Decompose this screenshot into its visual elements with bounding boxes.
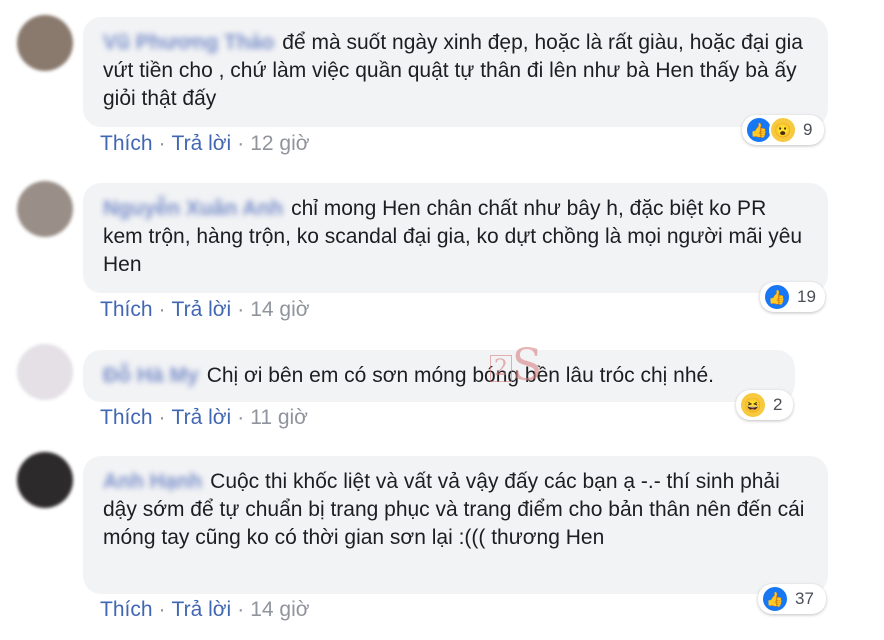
comment-bubble: Đỗ Hà My Chị ơi bên em có sơn móng bóng b… — [83, 350, 795, 402]
reply-link[interactable]: Trả lời — [172, 132, 232, 155]
separator: · — [237, 406, 245, 429]
timestamp[interactable]: 12 giờ — [250, 132, 309, 155]
reaction-summary[interactable]: 👍 😮 9 — [742, 115, 824, 145]
reaction-count: 9 — [803, 120, 813, 139]
watermark-letter: S — [512, 340, 543, 391]
haha-icon: 😆 — [739, 391, 767, 419]
separator: · — [158, 406, 166, 429]
reaction-summary[interactable]: 👍 37 — [758, 584, 826, 614]
comment-bubble: Nguyễn Xuân Anh chỉ mong Hen chân chất nh… — [83, 183, 828, 293]
avatar[interactable] — [17, 452, 73, 508]
reaction-summary[interactable]: 😆 2 — [736, 390, 793, 420]
watermark-logo: 2S — [490, 340, 542, 391]
timestamp[interactable]: 14 giờ — [250, 298, 309, 321]
comment-text: Cuộc thi khốc liệt và vất vả vậy đấy các… — [103, 470, 805, 549]
comment-actions: Thích · Trả lời · 14 giờ — [100, 598, 310, 622]
watermark-number: 2 — [490, 355, 512, 382]
author-name[interactable]: Đỗ Hà My — [103, 362, 199, 390]
comment-actions: Thích · Trả lời · 14 giờ — [100, 298, 310, 322]
wow-icon: 😮 — [769, 116, 797, 144]
reaction-count: 19 — [797, 287, 816, 306]
avatar[interactable] — [17, 181, 73, 237]
avatar[interactable] — [17, 344, 73, 400]
separator: · — [158, 132, 166, 155]
comment-actions: Thích · Trả lời · 11 giờ — [100, 406, 308, 430]
reply-link[interactable]: Trả lời — [172, 406, 232, 429]
separator: · — [158, 598, 166, 621]
like-icon: 👍 — [763, 283, 791, 311]
reply-link[interactable]: Trả lời — [172, 598, 232, 621]
reply-link[interactable]: Trả lời — [172, 298, 232, 321]
comment-bubble: Vũ Phương Thảo để mà suốt ngày xinh đẹp, … — [83, 17, 828, 127]
separator: · — [237, 298, 245, 321]
reaction-count: 37 — [795, 589, 814, 608]
author-name[interactable]: Nguyễn Xuân Anh — [103, 195, 283, 223]
comment-bubble: Anh Hạnh Cuộc thi khốc liệt và vất vả vậy… — [83, 456, 828, 594]
like-link[interactable]: Thích — [100, 598, 153, 621]
timestamp[interactable]: 14 giờ — [250, 598, 309, 621]
separator: · — [158, 298, 166, 321]
comment-text: Chị ơi bên em có sơn móng bóng bền lâu t… — [206, 364, 715, 387]
author-name[interactable]: Vũ Phương Thảo — [103, 29, 274, 57]
reaction-count: 2 — [773, 395, 783, 414]
author-name[interactable]: Anh Hạnh — [103, 468, 202, 496]
separator: · — [237, 132, 245, 155]
like-link[interactable]: Thích — [100, 298, 153, 321]
like-link[interactable]: Thích — [100, 406, 153, 429]
reaction-summary[interactable]: 👍 19 — [760, 282, 825, 312]
avatar[interactable] — [17, 15, 73, 71]
like-icon: 👍 — [761, 585, 789, 613]
comment-actions: Thích · Trả lời · 12 giờ — [100, 132, 310, 156]
timestamp[interactable]: 11 giờ — [250, 406, 308, 429]
like-link[interactable]: Thích — [100, 132, 153, 155]
separator: · — [237, 598, 245, 621]
